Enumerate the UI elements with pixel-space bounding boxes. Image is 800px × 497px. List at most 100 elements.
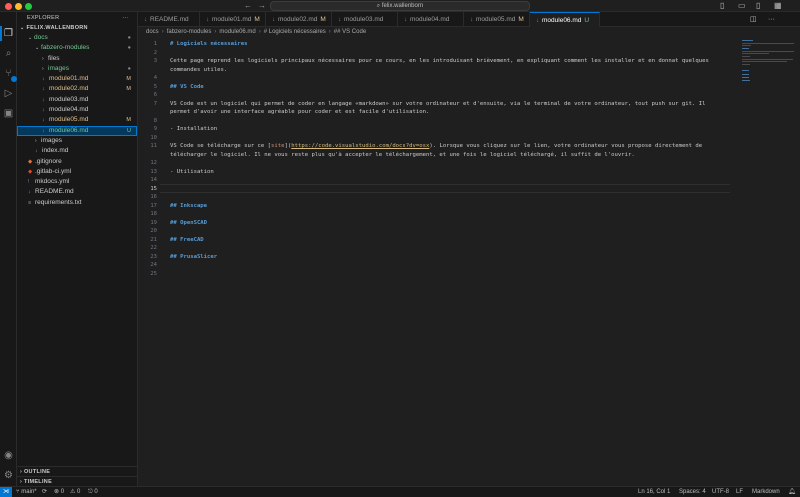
forward-arrow-icon[interactable]: → xyxy=(258,0,266,11)
tab-module06[interactable]: ↓ module06.md U xyxy=(530,12,600,27)
toggle-panel-right-icon[interactable]: ▯ xyxy=(756,1,760,11)
errors-indicator[interactable]: ⊗ 0 xyxy=(54,487,64,497)
run-debug-icon[interactable]: ▷ xyxy=(3,88,14,99)
code-text: permet d'avoir une interface agréable po… xyxy=(170,109,430,115)
toggle-panel-bottom-icon[interactable]: ▭ xyxy=(738,1,746,11)
tab-status-decoration: M xyxy=(518,16,524,23)
code-line[interactable]: ## VS Code xyxy=(170,83,730,92)
tab-README[interactable]: ↓ README.md xyxy=(138,12,200,27)
code-line[interactable]: permet d'avoir une interface agréable po… xyxy=(170,108,730,117)
tree-item[interactable]: ↓ module01.md M xyxy=(17,74,137,84)
minimap[interactable] xyxy=(740,38,800,486)
tree-item[interactable]: ↓ module05.md M xyxy=(17,115,137,125)
command-center-search[interactable]: ⌕ felix.wallenborn xyxy=(270,1,530,11)
tree-item[interactable]: ↓ module04.md xyxy=(17,105,137,115)
extensions-icon[interactable]: ▣ xyxy=(3,108,14,119)
tree-item[interactable]: › images xyxy=(17,136,137,146)
remote-indicator-icon[interactable]: ⋊ xyxy=(0,487,12,497)
breadcrumb-item[interactable]: docs xyxy=(146,29,159,35)
breadcrumb-item[interactable]: ## VS Code xyxy=(334,29,366,35)
split-editor-icon[interactable]: ◫ xyxy=(750,12,757,27)
tab-module04[interactable]: ↓ module04.md xyxy=(398,12,464,27)
tree-item[interactable]: › files xyxy=(17,54,137,64)
line-number: 22 xyxy=(150,245,157,251)
code-line[interactable]: # Logiciels nécessaires xyxy=(170,40,730,49)
branch-indicator[interactable]: ⑂ main* xyxy=(16,487,37,497)
code-line[interactable]: ## Inkscape xyxy=(170,202,730,211)
encoding[interactable]: UTF-8 xyxy=(712,487,729,497)
settings-gear-icon[interactable]: ⚙ xyxy=(3,470,14,481)
toggle-panel-left-icon[interactable]: ▯ xyxy=(720,1,724,11)
accounts-icon[interactable]: ◉ xyxy=(3,450,14,461)
tree-item-label: fabzero-modules xyxy=(41,44,90,52)
breadcrumb-item[interactable]: fabzero-modules xyxy=(167,29,212,35)
customize-layout-icon[interactable]: ▦ xyxy=(774,1,782,11)
tree-item[interactable]: ↓ index.md xyxy=(17,146,137,156)
code-line[interactable]: ## PrusaSlicer xyxy=(170,253,730,262)
tree-item-label: index.md xyxy=(42,147,69,155)
code-text: ## PrusaSlicer xyxy=(170,253,218,260)
tab-more-actions-icon[interactable]: ··· xyxy=(768,12,775,27)
tree-item[interactable]: ◆ .gitlab-ci.yml xyxy=(17,167,137,177)
tree-item-label: requirements.txt xyxy=(35,198,82,206)
tree-item[interactable]: ! mkdocs.yml xyxy=(17,177,137,187)
code-line[interactable]: VS Code se télécharge sur ce [site](http… xyxy=(170,142,730,151)
tree-item[interactable]: ≡ requirements.txt xyxy=(17,198,137,208)
tree-item[interactable]: ↓ README.md xyxy=(17,187,137,197)
tree-item[interactable]: ↓ module06.md U xyxy=(17,125,137,136)
title-bar: ← → ⌕ felix.wallenborn ▯ ▭ ▯ ▦ xyxy=(0,0,800,12)
code-text: - Installation xyxy=(170,126,218,132)
code-line[interactable]: commandes utiles. xyxy=(170,66,730,75)
yaml-file-icon: ! xyxy=(28,179,30,186)
language-mode[interactable]: Markdown xyxy=(752,487,780,497)
warnings-indicator[interactable]: ⚠ 0 xyxy=(70,487,80,497)
code-line[interactable]: VS Code est un logiciel qui permet de co… xyxy=(170,100,730,109)
close-window-button[interactable] xyxy=(5,3,12,10)
indentation[interactable]: Spaces: 4 xyxy=(679,487,706,497)
sync-icon[interactable]: ⟳ xyxy=(42,487,47,497)
line-number: 1 xyxy=(153,41,157,47)
tree-item[interactable]: ⌄ docs ● xyxy=(17,33,137,43)
tab-status-decoration: U xyxy=(584,17,590,24)
source-control-icon[interactable]: ⑂ xyxy=(3,68,17,82)
tree-item[interactable]: ↓ module02.md M xyxy=(17,84,137,94)
notifications-bell-icon[interactable]: 🔔︎ xyxy=(788,487,796,497)
tree-item[interactable]: ◆ .gitignore xyxy=(17,157,137,167)
end-of-line[interactable]: LF xyxy=(736,487,743,497)
workspace-root[interactable]: ⌄ FELIX.WALLENBORN xyxy=(17,24,137,33)
tab-label: README.md xyxy=(150,16,189,23)
breadcrumb-item[interactable]: # Logiciels nécessaires xyxy=(264,29,326,35)
tree-item[interactable]: › images ● xyxy=(17,64,137,74)
markdown-file-icon: ↓ xyxy=(404,17,407,23)
tab-module01[interactable]: ↓ module01.md M xyxy=(200,12,266,27)
back-arrow-icon[interactable]: ← xyxy=(244,0,252,11)
code-line[interactable]: Cette page reprend les logiciels princip… xyxy=(170,57,730,66)
breadcrumb-item[interactable]: module06.md xyxy=(219,29,255,35)
line-number: 16 xyxy=(150,194,157,200)
code-line[interactable]: - Utilisation xyxy=(170,168,730,177)
tree-item-label: README.md xyxy=(35,188,74,196)
ports-indicator[interactable]: ⎋ 0 xyxy=(88,487,98,497)
cursor-position[interactable]: Ln 16, Col 1 xyxy=(638,487,670,497)
code-line[interactable]: - Installation xyxy=(170,125,730,134)
line-number: 10 xyxy=(150,134,157,141)
tab-module05[interactable]: ↓ module05.md M xyxy=(464,12,530,27)
minimize-window-button[interactable] xyxy=(15,3,22,10)
more-actions-icon[interactable]: ··· xyxy=(123,12,129,24)
tree-item[interactable]: ⌄ fabzero-modules ● xyxy=(17,43,137,53)
tab-module02[interactable]: ↓ module02.md M xyxy=(266,12,332,27)
code-line[interactable]: ## OpenSCAD xyxy=(170,219,730,228)
search-view-icon[interactable]: ⌕ xyxy=(3,48,14,59)
editor-area[interactable]: 1 2 3 4 5 6 7 8 9 10 11 12 13 14 15 16 17 18 19 20 21 22 23 24 2… xyxy=(138,38,800,486)
maximize-window-button[interactable] xyxy=(25,3,32,10)
tab-module03[interactable]: ↓ module03.md xyxy=(332,12,398,27)
outline-section[interactable]: › OUTLINE xyxy=(17,466,138,476)
code-line[interactable]: ## FreeCAD xyxy=(170,236,730,245)
file-tree: ⌄ docs ● ⌄ fabzero-modules ● › files › images ● ↓ mo… xyxy=(17,33,137,208)
tree-item-label: .gitignore xyxy=(35,157,62,165)
code-line[interactable]: télécharger le logiciel. Il ne vous rest… xyxy=(170,151,730,160)
timeline-section[interactable]: › TIMELINE xyxy=(17,476,138,486)
explorer-icon[interactable]: ❐ xyxy=(3,28,14,39)
tab-label: module05.md xyxy=(476,16,516,23)
tree-item[interactable]: ↓ module03.md xyxy=(17,95,137,105)
